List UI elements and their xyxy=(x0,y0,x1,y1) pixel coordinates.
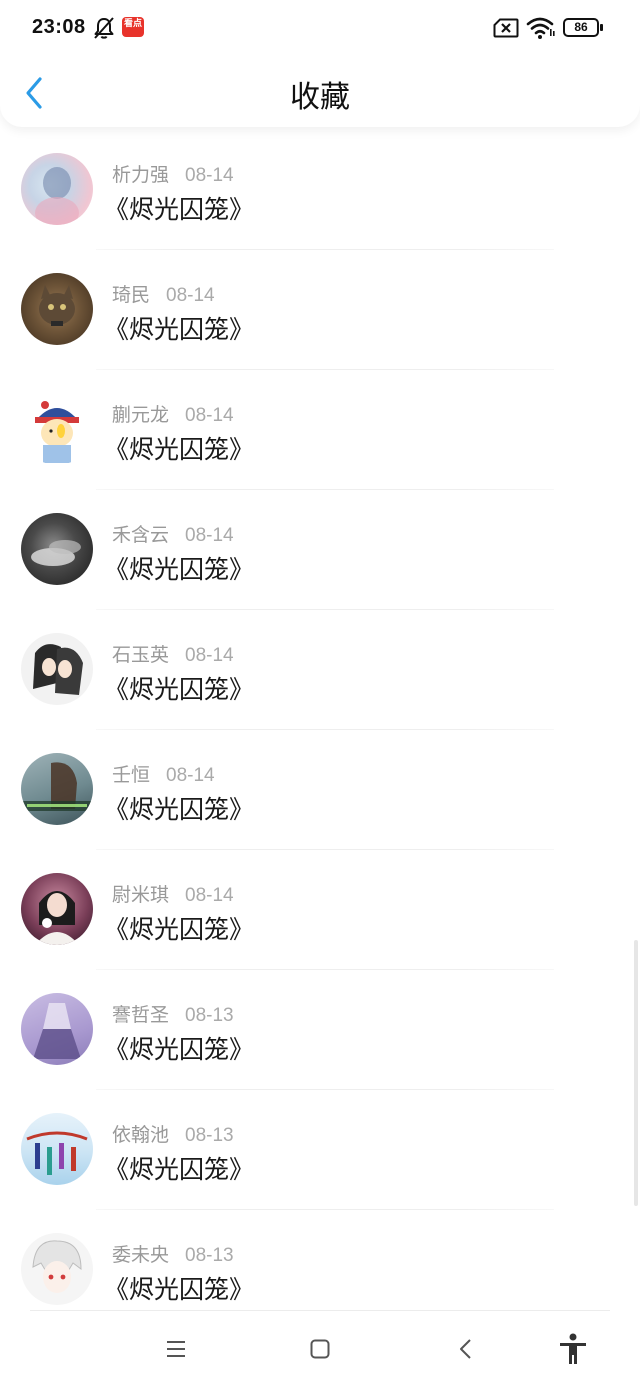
item-date: 08-14 xyxy=(185,645,234,666)
system-back-button[interactable] xyxy=(448,1333,484,1365)
avatar-figure-icon xyxy=(35,167,79,225)
item-date: 08-13 xyxy=(185,1005,234,1026)
header: 23:08 看点 86 收藏 xyxy=(0,0,640,127)
list-item[interactable]: 析力强 08-14 《烬光囚笼》 xyxy=(0,130,640,250)
bell-off-icon xyxy=(94,17,114,39)
status-bar: 23:08 看点 86 xyxy=(0,0,640,58)
item-meta: 謇哲圣 08-13 xyxy=(112,1000,234,1027)
book-title[interactable]: 《烬光囚笼》 xyxy=(104,190,254,226)
book-title[interactable]: 《烬光囚笼》 xyxy=(104,910,254,946)
avatar[interactable] xyxy=(21,633,93,705)
menu-icon xyxy=(167,1341,185,1357)
avatar-skirt-icon xyxy=(33,1003,81,1059)
user-name: 禾含云 xyxy=(112,524,170,546)
list-item[interactable]: 禾含云 08-14 《烬光囚笼》 xyxy=(0,490,640,610)
user-name: 琦民 xyxy=(112,284,151,306)
sim-x-icon xyxy=(493,18,519,38)
avatar[interactable] xyxy=(21,753,93,825)
user-name: 尉米琪 xyxy=(112,884,170,906)
app-notification-icon: 看点 xyxy=(122,17,144,37)
book-title[interactable]: 《烬光囚笼》 xyxy=(104,1270,254,1306)
avatar-shoes-icon xyxy=(31,540,81,566)
book-title[interactable]: 《烬光囚笼》 xyxy=(104,1150,254,1186)
item-meta: 石玉英 08-14 xyxy=(112,640,234,667)
avatar[interactable] xyxy=(21,153,93,225)
avatar[interactable] xyxy=(21,873,93,945)
item-date: 08-13 xyxy=(185,1245,234,1266)
item-date: 08-14 xyxy=(185,165,234,186)
avatar-girl-photo-icon xyxy=(21,762,93,811)
list-item[interactable]: 尉米琪 08-14 《烬光囚笼》 xyxy=(0,850,640,970)
favorites-list: 析力强 08-14 《烬光囚笼》 琦民 08-14 《烬光囚笼》 蒯元龙 08-… xyxy=(0,130,640,1310)
item-meta: 壬恒 08-14 xyxy=(112,760,215,787)
list-item[interactable]: 依翰池 08-13 《烬光囚笼》 xyxy=(0,1090,640,1210)
avatar[interactable] xyxy=(21,393,93,465)
item-meta: 尉米琪 08-14 xyxy=(112,880,234,907)
avatar[interactable] xyxy=(21,993,93,1065)
item-date: 08-14 xyxy=(166,765,215,786)
user-name: 謇哲圣 xyxy=(112,1004,170,1026)
list-item[interactable]: 石玉英 08-14 《烬光囚笼》 xyxy=(0,610,640,730)
avatar-anime-couple-icon xyxy=(33,644,83,695)
avatar-cat-icon xyxy=(39,285,75,326)
avatar-portrait-icon xyxy=(35,891,79,945)
nav-bar: 收藏 xyxy=(0,58,640,127)
wifi-icon xyxy=(526,17,555,39)
accessibility-icon xyxy=(560,1333,586,1364)
battery-icon: 86 xyxy=(563,18,599,37)
item-meta: 琦民 08-14 xyxy=(112,280,215,307)
book-title[interactable]: 《烬光囚笼》 xyxy=(104,550,254,586)
avatar[interactable] xyxy=(21,513,93,585)
user-name: 石玉英 xyxy=(112,644,170,666)
avatar[interactable] xyxy=(21,1233,93,1305)
item-date: 08-13 xyxy=(185,1125,234,1146)
book-title[interactable]: 《烬光囚笼》 xyxy=(104,430,254,466)
home-button[interactable] xyxy=(302,1333,338,1365)
item-meta: 蒯元龙 08-14 xyxy=(112,400,234,427)
book-title[interactable]: 《烬光囚笼》 xyxy=(104,310,254,346)
list-item[interactable]: 琦民 08-14 《烬光囚笼》 xyxy=(0,250,640,370)
avatar[interactable] xyxy=(21,1113,93,1185)
back-chevron-icon xyxy=(460,1339,471,1359)
list-item[interactable]: 委未央 08-13 《烬光囚笼》 xyxy=(0,1210,640,1310)
home-square-icon xyxy=(310,1339,330,1359)
list-item[interactable]: 蒯元龙 08-14 《烬光囚笼》 xyxy=(0,370,640,490)
avatar-abstract-icon xyxy=(26,1131,88,1175)
system-nav-bar xyxy=(0,1311,640,1387)
book-title[interactable]: 《烬光囚笼》 xyxy=(104,1030,254,1066)
scrollbar[interactable] xyxy=(634,940,638,1206)
list-item[interactable]: 壬恒 08-14 《烬光囚笼》 xyxy=(0,730,640,850)
battery-level: 86 xyxy=(574,20,588,34)
menu-button[interactable] xyxy=(158,1333,194,1365)
item-date: 08-14 xyxy=(185,885,234,906)
list-item[interactable]: 謇哲圣 08-13 《烬光囚笼》 xyxy=(0,970,640,1090)
user-name: 析力强 xyxy=(112,164,170,186)
avatar-cartoon-icon xyxy=(35,401,79,463)
user-name: 委未央 xyxy=(112,1244,170,1266)
accessibility-button[interactable] xyxy=(555,1333,591,1365)
avatar[interactable] xyxy=(21,273,93,345)
user-name: 壬恒 xyxy=(112,764,151,786)
user-name: 蒯元龙 xyxy=(112,404,170,426)
battery-tip xyxy=(600,24,603,31)
item-date: 08-14 xyxy=(166,285,215,306)
app-badge-label: 看点 xyxy=(123,19,142,29)
status-time: 23:08 xyxy=(32,16,86,38)
user-name: 依翰池 xyxy=(112,1124,170,1146)
item-meta: 委未央 08-13 xyxy=(112,1240,234,1267)
book-title[interactable]: 《烬光囚笼》 xyxy=(104,670,254,706)
item-date: 08-14 xyxy=(185,525,234,546)
book-title[interactable]: 《烬光囚笼》 xyxy=(104,790,254,826)
item-date: 08-14 xyxy=(185,405,234,426)
item-meta: 析力强 08-14 xyxy=(112,160,234,187)
item-meta: 依翰池 08-13 xyxy=(112,1120,234,1147)
item-meta: 禾含云 08-14 xyxy=(112,520,234,547)
avatar-white-hair-icon xyxy=(32,1240,82,1293)
page-title: 收藏 xyxy=(290,80,350,115)
